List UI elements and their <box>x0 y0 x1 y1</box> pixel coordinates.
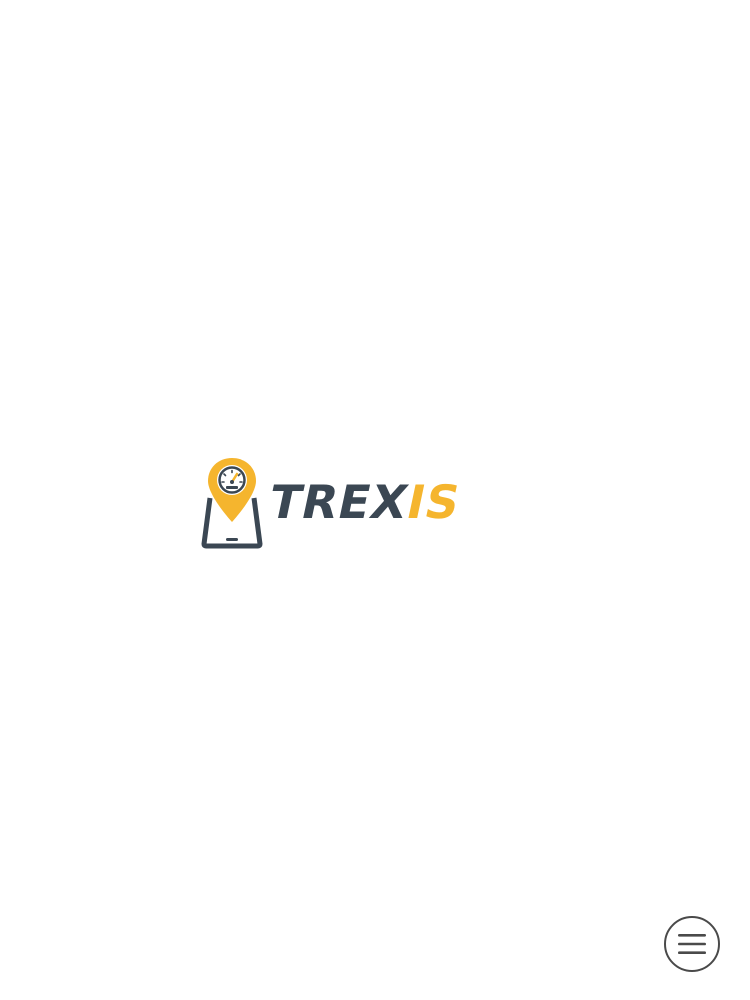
splash-screen: TREX IS <box>0 0 750 1000</box>
location-pin-speedometer-icon <box>201 458 263 549</box>
menu-button[interactable] <box>664 916 720 972</box>
hamburger-menu-icon <box>678 934 706 954</box>
app-logo: TREX IS <box>200 454 552 550</box>
brand-wordmark: TREX IS <box>264 475 466 529</box>
brand-wordmark-accent: IS <box>401 475 466 529</box>
brand-wordmark-primary: TREX <box>264 475 414 529</box>
